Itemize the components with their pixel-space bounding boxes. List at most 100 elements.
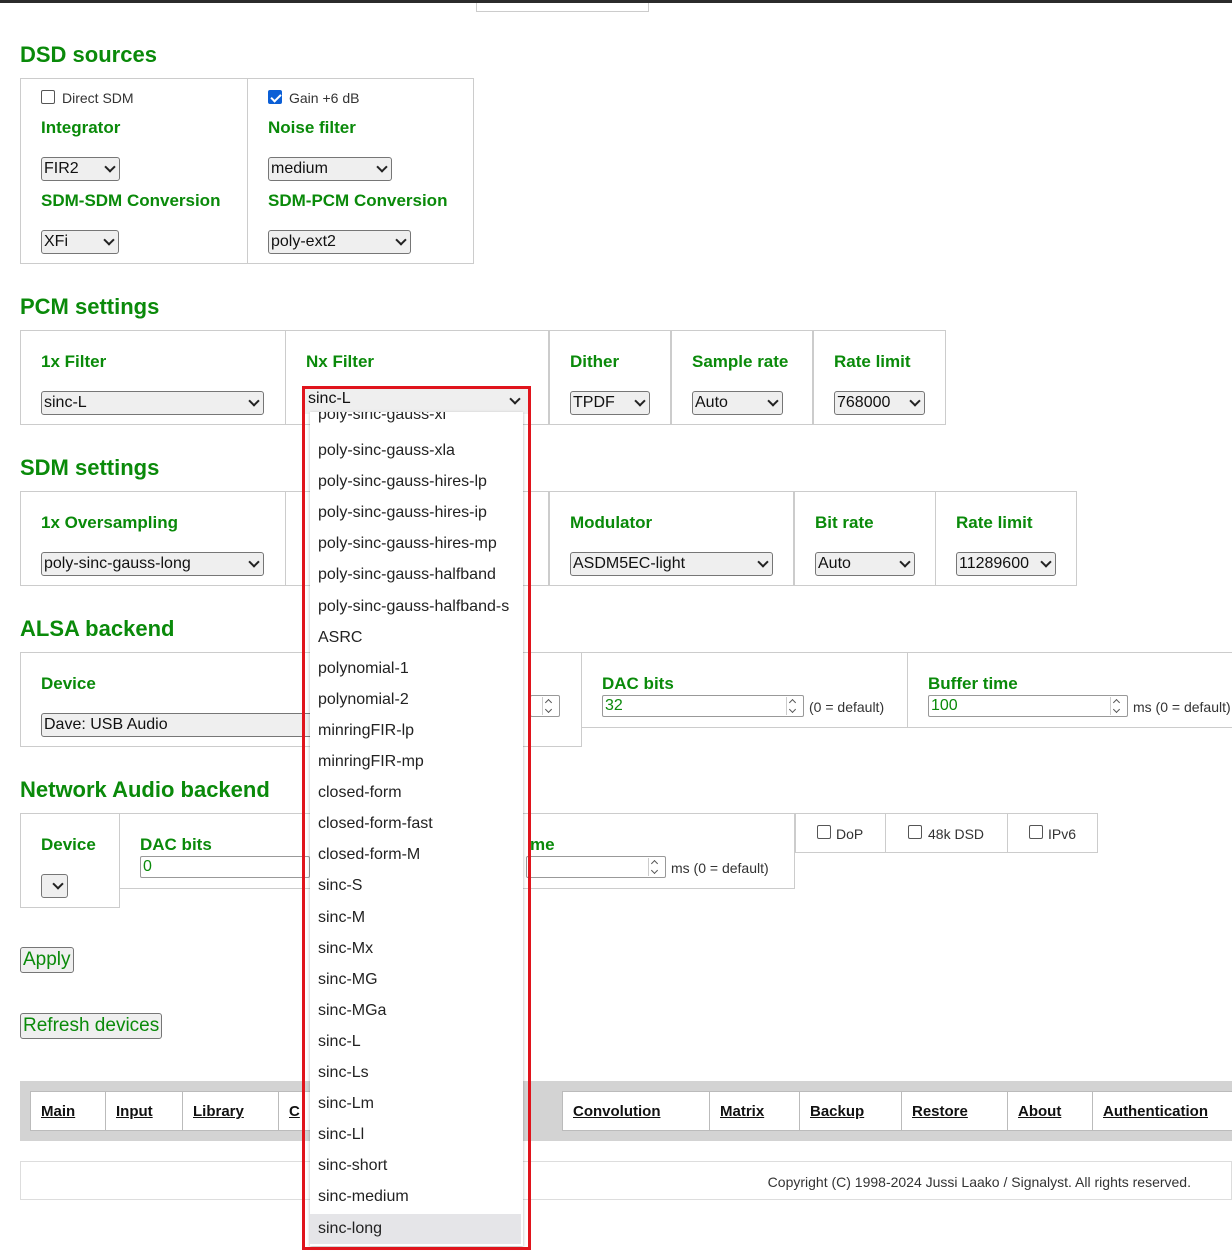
alsa-dac-value: 32	[605, 697, 623, 714]
nx-filter-option-partial[interactable]: poly-sinc-gauss-xl	[310, 412, 521, 430]
modulator-value: ASDM5EC-light	[573, 555, 686, 572]
integrator-select[interactable]: FIR2	[41, 157, 120, 181]
gain-checkbox[interactable]	[268, 90, 282, 104]
nx-filter-option[interactable]: minringFIR-lp	[310, 716, 521, 746]
sdm-sdm-select[interactable]: XFi	[41, 230, 119, 254]
nav-convolution[interactable]: Convolution	[562, 1091, 710, 1131]
sdm-rate-limit-value: 11289600	[959, 555, 1029, 572]
nx-filter-option[interactable]: ASRC	[310, 623, 521, 653]
nav-input-link[interactable]: Input	[116, 1103, 153, 1120]
filter1x-select[interactable]: sinc-L	[41, 391, 264, 415]
nx-filter-option[interactable]: sinc-medium	[310, 1182, 521, 1212]
apply-button[interactable]: Apply	[20, 947, 74, 973]
sdm-sdm-value: XFi	[44, 233, 68, 250]
direct-sdm-checkbox[interactable]	[41, 90, 55, 104]
integrator-label: Integrator	[41, 118, 121, 137]
modulator-select[interactable]: ASDM5EC-light	[570, 552, 773, 576]
net-device-panel	[20, 813, 120, 908]
alsa-buffer-input[interactable]: 100	[928, 695, 1128, 717]
nx-filter-option[interactable]: poly-sinc-gauss-hires-mp	[310, 529, 521, 559]
nav-input[interactable]: Input	[105, 1091, 183, 1131]
refresh-devices-button[interactable]: Refresh devices	[20, 1013, 163, 1039]
pcm-rate-limit-value: 768000	[837, 394, 891, 411]
chevron-down-icon	[103, 234, 115, 246]
nx-filter-option[interactable]: minringFIR-mp	[310, 747, 521, 777]
nav-about-link[interactable]: About	[1018, 1103, 1061, 1120]
nx-filter-option[interactable]: poly-sinc-gauss-halfband-s	[310, 592, 521, 622]
nx-filter-option[interactable]: poly-sinc-gauss-xla	[310, 436, 521, 466]
sdm-rate-limit-select[interactable]: 11289600	[956, 552, 1056, 576]
nx-filter-option[interactable]: sinc-M	[310, 903, 521, 933]
nx-filter-select[interactable]: sinc-L	[302, 388, 529, 414]
nx-filter-option[interactable]: sinc-L	[310, 1027, 521, 1057]
nav-matrix-link[interactable]: Matrix	[720, 1103, 764, 1120]
net-buffer-input[interactable]	[526, 856, 666, 878]
nx-filter-option[interactable]: sinc-MGa	[310, 996, 521, 1026]
nx-filter-option[interactable]: sinc-Lm	[310, 1089, 521, 1119]
nav-backup-link[interactable]: Backup	[810, 1103, 864, 1120]
nav-authentication[interactable]: Authentication	[1092, 1091, 1232, 1131]
filter1x-label: 1x Filter	[41, 352, 107, 371]
spinner-icon	[1110, 697, 1125, 715]
alsa-dac-input[interactable]: 32	[602, 695, 804, 717]
nav-main-link[interactable]: Main	[41, 1103, 75, 1120]
dither-select[interactable]: TPDF	[570, 391, 650, 415]
nx-filter-option[interactable]: poly-sinc-gauss-hires-lp	[310, 467, 521, 497]
nx-filter-options-list[interactable]: poly-sinc-gauss-xl poly-sinc-gauss-xla po…	[310, 412, 523, 1246]
nav-matrix[interactable]: Matrix	[709, 1091, 800, 1131]
nx-filter-option[interactable]: closed-form-M	[310, 840, 521, 870]
pcm-rate-limit-select[interactable]: 768000	[834, 391, 925, 415]
net-device-select[interactable]	[41, 874, 68, 898]
nx-filter-option[interactable]: poly-sinc-gauss-halfband	[310, 560, 521, 590]
nav-convolution-link[interactable]: Convolution	[573, 1103, 660, 1120]
48k-dsd-checkbox[interactable]	[908, 825, 922, 839]
sdm-title: SDM settings	[20, 455, 160, 480]
nx-filter-option[interactable]: sinc-Mx	[310, 934, 521, 964]
dop-label: DoP	[836, 826, 864, 842]
nx-filter-option[interactable]: sinc-Ll	[310, 1120, 521, 1150]
alsa-dac-label: DAC bits	[602, 674, 674, 693]
nx-filter-option[interactable]: sinc-S	[310, 871, 521, 901]
sample-rate-select[interactable]: Auto	[692, 391, 783, 415]
nav-library-link[interactable]: Library	[193, 1103, 244, 1120]
nx-filter-option[interactable]: poly-sinc-gauss-hires-ip	[310, 498, 521, 528]
nav-authentication-link[interactable]: Authentication	[1103, 1103, 1208, 1120]
dop-checkbox[interactable]	[817, 825, 831, 839]
nav-backup[interactable]: Backup	[799, 1091, 902, 1131]
oversampling-select[interactable]: poly-sinc-gauss-long	[41, 552, 264, 576]
nx-filter-option[interactable]: polynomial-1	[310, 654, 521, 684]
nx-filter-option[interactable]: closed-form	[310, 778, 521, 808]
net-buffer-note: ms (0 = default)	[671, 860, 769, 876]
alsa-hidden-number-input[interactable]	[530, 695, 560, 717]
alsa-device-select[interactable]: Dave: USB Audio	[41, 713, 316, 737]
nav-main[interactable]: Main	[30, 1091, 106, 1131]
ipv6-checkbox[interactable]	[1029, 825, 1043, 839]
noise-filter-value: medium	[271, 160, 328, 177]
dsd-title: DSD sources	[20, 42, 157, 67]
pcm-title: PCM settings	[20, 294, 160, 319]
sdm-sdm-label: SDM-SDM Conversion	[41, 191, 221, 210]
nav-partial-link[interactable]: C	[289, 1103, 300, 1120]
spinner-icon	[542, 697, 557, 715]
noise-filter-select[interactable]: medium	[268, 157, 392, 181]
nx-filter-option[interactable]: sinc-MG	[310, 965, 521, 995]
sdm-pcm-select[interactable]: poly-ext2	[268, 230, 411, 254]
bit-rate-select[interactable]: Auto	[815, 552, 915, 576]
nav-about[interactable]: About	[1007, 1091, 1093, 1131]
alsa-buffer-note: ms (0 = default)	[1133, 699, 1231, 715]
nx-filter-option[interactable]: sinc-long	[310, 1213, 521, 1244]
footer: Copyright (C) 1998-2024 Jussi Laako / Si…	[20, 1161, 1232, 1200]
net-dac-input[interactable]: 0	[140, 856, 310, 878]
nav-restore-link[interactable]: Restore	[912, 1103, 968, 1120]
sdm-rate-limit-label: Rate limit	[956, 513, 1033, 532]
bit-rate-value: Auto	[818, 555, 851, 572]
nx-filter-option[interactable]: sinc-Ls	[310, 1058, 521, 1088]
nav-library[interactable]: Library	[182, 1091, 279, 1131]
chevron-down-icon	[899, 556, 911, 568]
nav-restore[interactable]: Restore	[901, 1091, 1008, 1131]
nx-filter-option[interactable]: sinc-short	[310, 1151, 521, 1181]
nx-filter-option[interactable]: closed-form-fast	[310, 809, 521, 839]
chevron-down-icon	[767, 395, 779, 407]
nx-filter-option[interactable]: polynomial-2	[310, 685, 521, 715]
chevron-down-icon	[509, 393, 521, 405]
